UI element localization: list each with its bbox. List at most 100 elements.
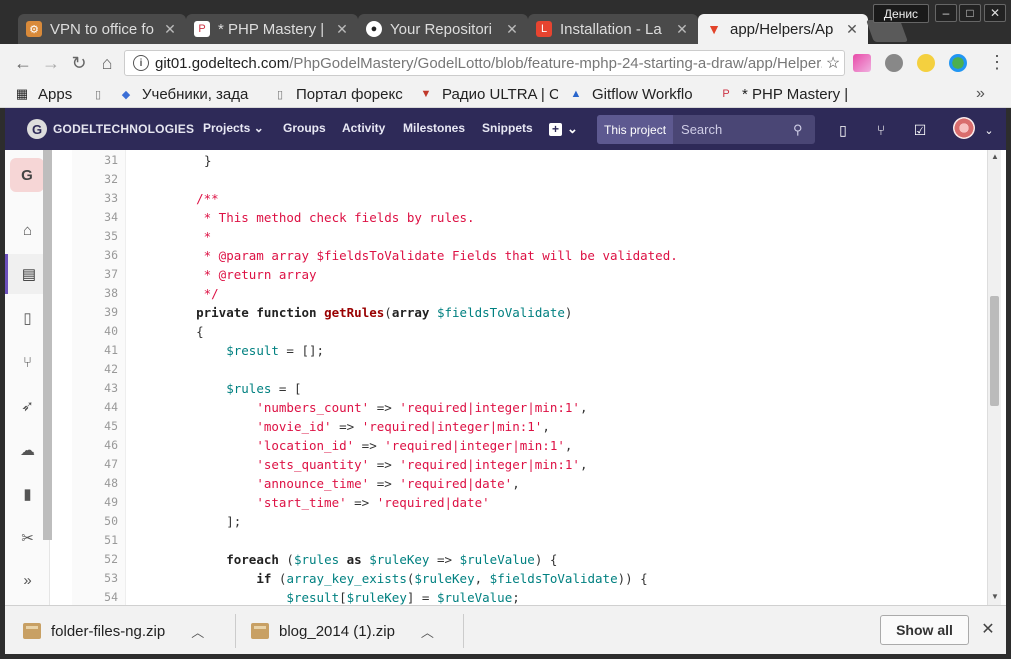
line-number[interactable]: 33 [72, 189, 118, 208]
project-avatar[interactable]: G [10, 158, 44, 192]
code-line: 51 [72, 531, 971, 550]
line-number[interactable]: 44 [72, 398, 118, 417]
tab-vpn[interactable]: ⚙ VPN to office fo ✕ [18, 14, 186, 44]
bookmark-star-icon[interactable]: ☆ [822, 53, 844, 73]
gitlab-logo[interactable]: G GODELTECHNOLOGIES [27, 119, 194, 139]
line-number[interactable]: 37 [72, 265, 118, 284]
line-number[interactable]: 34 [72, 208, 118, 227]
line-number[interactable]: 38 [72, 284, 118, 303]
code-line: 52 foreach ($rules as $ruleKey => $ruleV… [72, 550, 971, 569]
reload-icon[interactable]: ↻ [68, 52, 90, 74]
plus-icon: + [549, 122, 562, 136]
line-number[interactable]: 39 [72, 303, 118, 322]
new-item-dropdown[interactable]: + ⌄ [549, 121, 578, 137]
line-number[interactable]: 50 [72, 512, 118, 531]
code-line: 38 */ [72, 284, 971, 303]
line-number[interactable]: 36 [72, 246, 118, 265]
nav-snippets[interactable]: Snippets [482, 121, 533, 135]
line-number[interactable]: 48 [72, 474, 118, 493]
merge-request-icon[interactable]: ⑂ [872, 121, 890, 139]
nav-milestones[interactable]: Milestones [403, 121, 465, 135]
bookmark-forex-portal[interactable]: ▯ Портал форекс [272, 84, 404, 104]
line-number[interactable]: 42 [72, 360, 118, 379]
php-mastery-icon: P [194, 21, 210, 37]
user-avatar[interactable] [953, 117, 975, 139]
line-number[interactable]: 31 [72, 151, 118, 170]
new-tab-button[interactable] [865, 20, 909, 42]
nav-activity[interactable]: Activity [342, 121, 385, 135]
download-item[interactable]: blog_2014 (1).zip ︿ [251, 618, 434, 644]
line-number[interactable]: 43 [72, 379, 118, 398]
tab-close-icon[interactable]: ✕ [334, 21, 350, 38]
chevron-down-icon[interactable]: ⌄ [980, 121, 998, 139]
minimize-button[interactable]: – [935, 4, 957, 22]
code-text: foreach ($rules as $ruleKey => $ruleValu… [226, 552, 558, 567]
bookmark-textbooks[interactable]: ◆ Учебники, зада [118, 84, 268, 104]
show-all-downloads-button[interactable]: Show all [880, 615, 969, 645]
issues-icon[interactable]: ▯ [834, 121, 852, 139]
search-box[interactable]: This project Search ⚲ [597, 115, 815, 144]
page-scrollbar[interactable]: ▲ ▼ [987, 150, 1001, 605]
sidebar-scrollbar[interactable] [43, 150, 52, 540]
nav-groups[interactable]: Groups [283, 121, 326, 135]
download-item[interactable]: folder-files-ng.zip ︿ [23, 618, 204, 644]
search-scope[interactable]: This project [597, 115, 674, 144]
line-number[interactable]: 54 [72, 588, 118, 605]
line-number[interactable]: 41 [72, 341, 118, 360]
tab-app-helpers[interactable]: ▼ app/Helpers/Ap ✕ [698, 14, 868, 44]
search-input[interactable]: Search [673, 122, 793, 137]
scrollbar-thumb[interactable] [990, 296, 999, 406]
double-chevron-right-icon: » [23, 571, 32, 589]
sidebar-collapse-button[interactable]: » [5, 560, 50, 600]
tab-close-icon[interactable]: ✕ [674, 21, 690, 38]
home-icon[interactable]: ⌂ [96, 52, 118, 74]
bookmark-file[interactable]: ▯ [90, 84, 114, 104]
scroll-up-icon[interactable]: ▲ [988, 152, 1002, 161]
todo-icon[interactable]: ☑ [911, 121, 929, 139]
line-number[interactable]: 32 [72, 170, 118, 189]
line-number[interactable]: 46 [72, 436, 118, 455]
line-number[interactable]: 45 [72, 417, 118, 436]
line-number[interactable]: 35 [72, 227, 118, 246]
tab-close-icon[interactable]: ✕ [844, 21, 860, 38]
chevron-up-icon[interactable]: ︿ [421, 622, 434, 641]
tab-close-icon[interactable]: ✕ [504, 21, 520, 38]
site-info-icon[interactable]: i [133, 55, 149, 71]
line-number[interactable]: 53 [72, 569, 118, 588]
tab-installation[interactable]: L Installation - La ✕ [528, 14, 698, 44]
line-number[interactable]: 51 [72, 531, 118, 550]
line-number[interactable]: 52 [72, 550, 118, 569]
address-bar[interactable]: i git01.godeltech.com /PhpGodelMastery/G… [124, 50, 845, 76]
more-bookmarks-icon[interactable]: » [976, 85, 985, 103]
extension-icon[interactable] [949, 54, 967, 72]
browser-menu-icon[interactable]: ⋮ [988, 52, 1006, 73]
tab-close-icon[interactable]: ✕ [162, 21, 178, 38]
close-window-button[interactable]: ✕ [984, 4, 1006, 22]
file-icon: ▯ [94, 88, 102, 101]
bookmark-php-mastery[interactable]: P * PHP Mastery | [718, 84, 850, 104]
divider [235, 614, 236, 648]
nav-projects[interactable]: Projects ⌄ [203, 121, 264, 135]
profile-user-name[interactable]: Денис [873, 4, 929, 23]
line-number[interactable]: 49 [72, 493, 118, 512]
bookmark-apps[interactable]: ▦ Apps [14, 84, 72, 104]
close-downloads-bar-icon[interactable]: ✕ [980, 619, 996, 639]
scroll-down-icon[interactable]: ▼ [988, 592, 1002, 601]
extension-icon[interactable] [885, 54, 903, 72]
chevron-up-icon[interactable]: ︿ [191, 622, 204, 641]
back-arrow-icon[interactable]: ← [12, 52, 34, 74]
divider [463, 614, 464, 648]
bookmark-radio-ultra[interactable]: ▼ Радио ULTRA | С [418, 84, 558, 104]
tshirt-icon: ▼ [420, 88, 432, 100]
extension-icon[interactable] [917, 54, 935, 72]
extension-icon[interactable] [853, 54, 871, 72]
code-line: 39 private function getRules(array $fiel… [72, 303, 971, 322]
bookmark-gitflow[interactable]: ▲ Gitflow Workflo [568, 84, 708, 104]
tab-repositories[interactable]: ● Your Repositori ✕ [358, 14, 528, 44]
line-number[interactable]: 40 [72, 322, 118, 341]
forward-arrow-icon[interactable]: → [40, 52, 62, 74]
code-text: /** [166, 191, 219, 206]
maximize-button[interactable]: □ [959, 4, 981, 22]
tab-php-mastery[interactable]: P * PHP Mastery | ✕ [186, 14, 358, 44]
line-number[interactable]: 47 [72, 455, 118, 474]
